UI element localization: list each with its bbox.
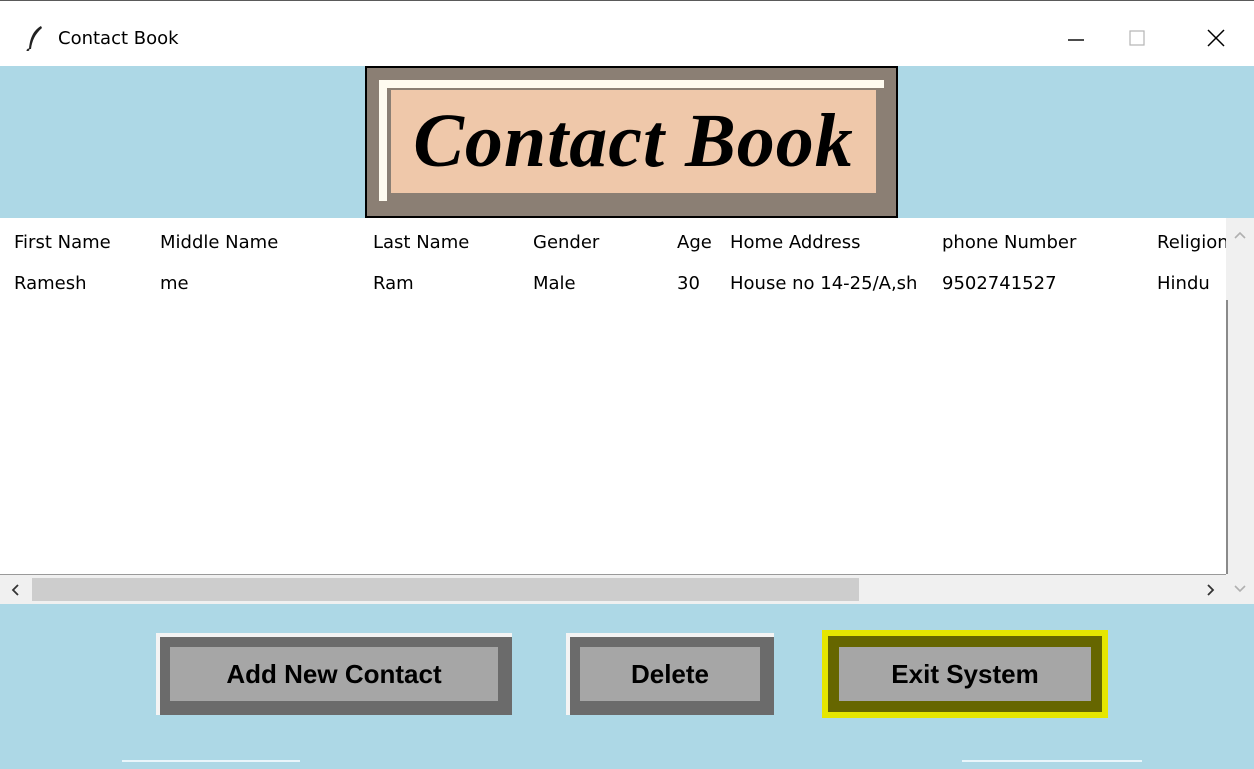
scroll-down-button[interactable] bbox=[1226, 574, 1254, 604]
cell-gender: Male bbox=[533, 272, 576, 294]
page-title: Contact Book bbox=[413, 99, 854, 183]
column-header-last-name[interactable]: Last Name bbox=[359, 218, 525, 266]
cell-last-name: Ram bbox=[373, 272, 414, 294]
scroll-corner bbox=[1226, 574, 1254, 604]
column-header-age[interactable]: Age bbox=[663, 218, 723, 266]
add-new-contact-button[interactable]: Add New Contact bbox=[156, 633, 512, 715]
exit-system-label: Exit System bbox=[839, 647, 1091, 701]
cell-home-address: House no 14-25/A,sh bbox=[730, 272, 918, 294]
maximize-icon bbox=[1129, 30, 1145, 46]
minimize-button[interactable] bbox=[1046, 17, 1106, 59]
scroll-left-button[interactable] bbox=[0, 575, 30, 605]
column-header-phone-number[interactable]: phone Number bbox=[928, 218, 1148, 266]
horizontal-scroll-thumb[interactable] bbox=[32, 578, 859, 601]
close-button[interactable] bbox=[1186, 17, 1246, 59]
column-header-gender[interactable]: Gender bbox=[519, 218, 669, 266]
exit-system-button[interactable]: Exit System bbox=[822, 630, 1108, 718]
divider bbox=[962, 760, 1142, 762]
column-header-first-name[interactable]: First Name bbox=[0, 218, 150, 266]
window-title: Contact Book bbox=[58, 28, 179, 49]
minimize-icon bbox=[1068, 39, 1084, 41]
vertical-scrollbar[interactable] bbox=[1226, 218, 1254, 574]
contacts-table: First Name Middle Name Last Name Gender … bbox=[0, 218, 1254, 604]
cell-religion: Hindu bbox=[1157, 272, 1210, 294]
delete-label: Delete bbox=[580, 647, 760, 701]
chevron-down-icon bbox=[1234, 585, 1246, 593]
cell-age: 30 bbox=[677, 272, 700, 294]
column-header-middle-name[interactable]: Middle Name bbox=[146, 218, 364, 266]
table-row[interactable]: Ramesh me Ram Male 30 House no 14-25/A,s… bbox=[0, 266, 1226, 300]
chevron-right-icon bbox=[1207, 584, 1215, 596]
cell-middle-name: me bbox=[160, 272, 189, 294]
table-header: First Name Middle Name Last Name Gender … bbox=[0, 218, 1226, 266]
feather-icon bbox=[26, 25, 46, 52]
button-panel: Add New Contact Delete Exit System bbox=[0, 604, 1254, 769]
maximize-button[interactable] bbox=[1107, 17, 1167, 59]
title-plate: Contact Book bbox=[391, 90, 876, 193]
chevron-left-icon bbox=[11, 584, 19, 596]
cell-first-name: Ramesh bbox=[14, 272, 87, 294]
column-header-religion[interactable]: Religion bbox=[1143, 218, 1226, 266]
column-header-home-address[interactable]: Home Address bbox=[716, 218, 934, 266]
divider bbox=[122, 760, 300, 762]
add-new-contact-label: Add New Contact bbox=[170, 647, 498, 701]
header-panel: Contact Book bbox=[0, 66, 1254, 218]
scroll-right-button[interactable] bbox=[1196, 575, 1226, 605]
cell-phone-number: 9502741527 bbox=[942, 272, 1057, 294]
horizontal-scrollbar[interactable] bbox=[0, 574, 1226, 604]
title-frame: Contact Book bbox=[365, 66, 898, 218]
delete-button[interactable]: Delete bbox=[566, 633, 774, 715]
vertical-scroll-track-edge bbox=[1226, 300, 1228, 574]
close-icon bbox=[1207, 29, 1225, 47]
window-titlebar: Contact Book bbox=[0, 0, 1254, 66]
chevron-up-icon bbox=[1234, 231, 1246, 239]
scroll-up-button[interactable] bbox=[1226, 218, 1254, 252]
